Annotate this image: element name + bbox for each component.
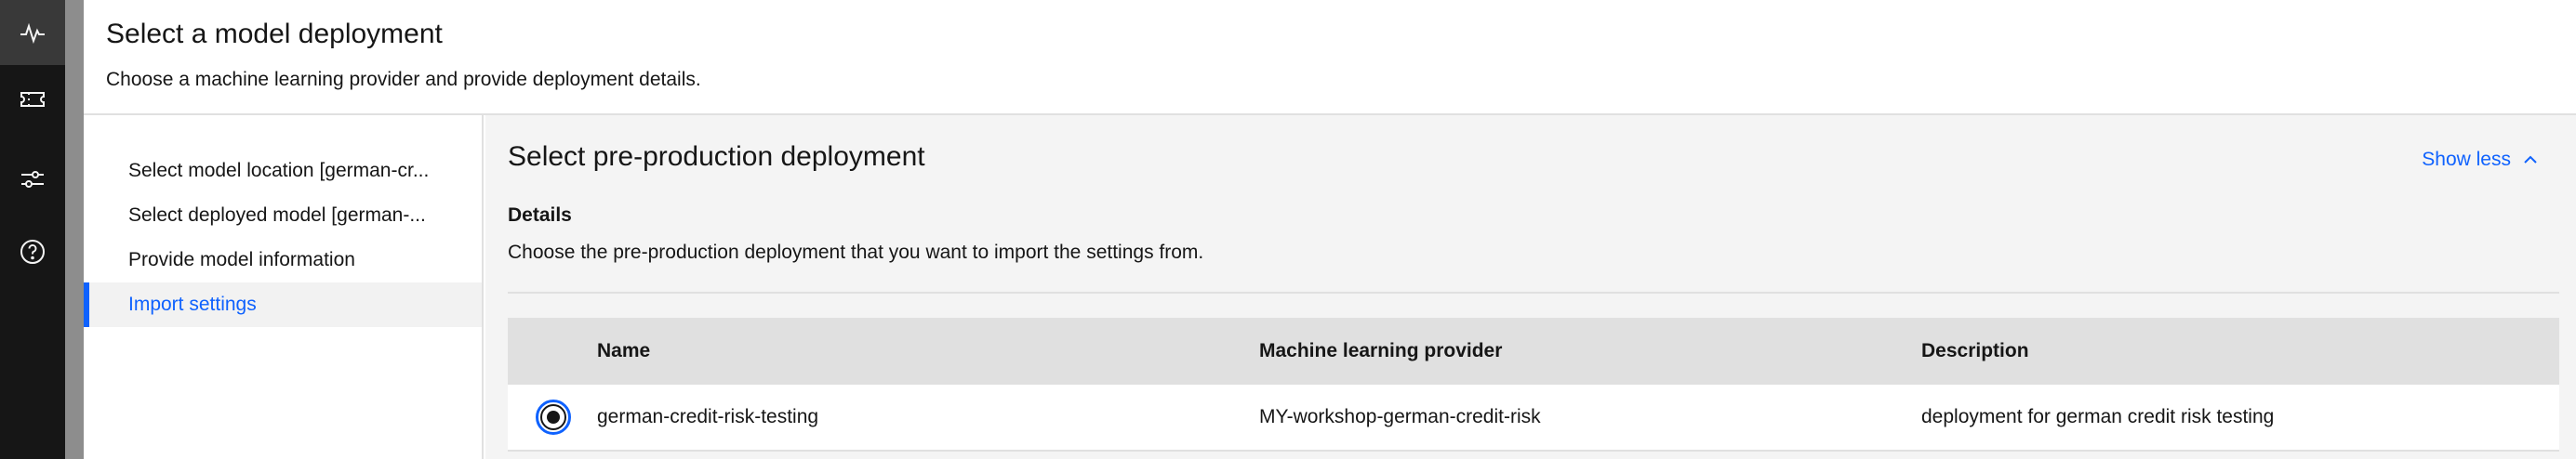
settings-adjust-icon [21, 171, 44, 188]
table-row[interactable]: german-credit-risk-testing MY-workshop-g… [508, 385, 2559, 452]
deployments-table: Name Machine learning provider Descripti… [508, 318, 2559, 452]
cell-provider: MY-workshop-german-credit-risk [1259, 406, 1541, 427]
ticket-icon [20, 92, 45, 107]
side-rail [0, 0, 65, 459]
page-title: Select a model deployment [106, 19, 443, 49]
radio-ring [540, 404, 566, 430]
radio-selected-dot [547, 411, 560, 424]
cell-description: deployment for german credit risk testin… [1921, 406, 2275, 427]
progress-steps: Select model location [german-cr... Sele… [84, 115, 484, 459]
row-radio-button[interactable] [536, 400, 571, 435]
rail-item-settings[interactable] [0, 147, 65, 212]
section-title: Select pre-production deployment [508, 141, 925, 172]
page-subtitle: Choose a machine learning provider and p… [106, 69, 701, 90]
step-provide-model-information[interactable]: Provide model information [84, 238, 482, 282]
rail-item-activity[interactable] [0, 0, 65, 65]
chevron-up-icon [2524, 155, 2537, 164]
rail-item-ticket[interactable] [0, 67, 65, 132]
column-header-name[interactable]: Name [597, 318, 650, 385]
rail-scrollbar[interactable] [65, 0, 84, 459]
table-header: Name Machine learning provider Descripti… [508, 318, 2559, 385]
cell-name: german-credit-risk-testing [597, 406, 819, 427]
help-icon [20, 240, 45, 264]
step-select-deployed-model[interactable]: Select deployed model [german-... [84, 193, 482, 238]
column-header-description[interactable]: Description [1921, 318, 2029, 385]
show-less-button[interactable]: Show less [2422, 149, 2539, 171]
activity-icon [20, 22, 45, 45]
step-import-settings[interactable]: Import settings [84, 282, 482, 327]
column-header-provider[interactable]: Machine learning provider [1259, 318, 1502, 385]
details-description: Choose the pre-production deployment tha… [508, 242, 1204, 263]
divider [508, 292, 2559, 294]
step-select-model-location[interactable]: Select model location [german-cr... [84, 149, 482, 193]
page-header: Select a model deployment Choose a machi… [84, 0, 2576, 115]
main-panel: Select pre-production deployment Show le… [485, 115, 2576, 459]
rail-item-help[interactable] [0, 219, 65, 284]
show-less-label: Show less [2422, 149, 2511, 170]
details-heading: Details [508, 204, 572, 226]
